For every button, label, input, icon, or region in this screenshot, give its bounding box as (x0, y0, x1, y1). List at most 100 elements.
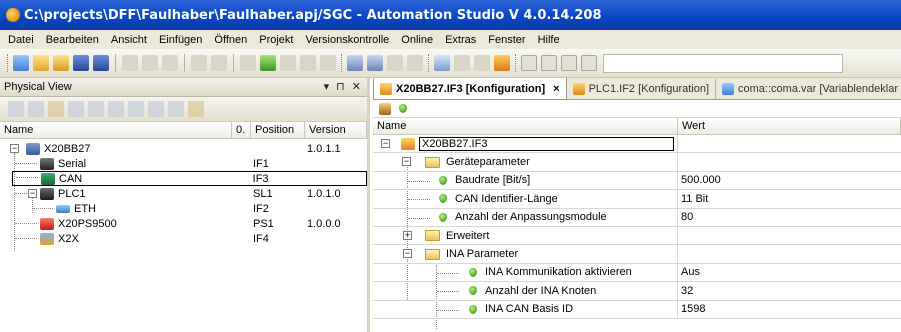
tab-plc1-if2[interactable]: PLC1.IF2 [Konfiguration] (567, 79, 717, 99)
config-row-geraeteparameter[interactable]: − Geräteparameter (373, 153, 901, 172)
config-root-name[interactable]: X20BB27.IF3 (419, 136, 674, 151)
collapse-geraeteparameter[interactable]: − (402, 157, 411, 167)
collapse-root[interactable]: − (381, 139, 390, 148)
cut-icon[interactable] (122, 55, 138, 71)
transfer-icon[interactable] (320, 55, 336, 71)
tree-row-serial[interactable]: Serial IF1 (0, 156, 367, 171)
menu-bearbeiten[interactable]: Bearbeiten (40, 34, 105, 46)
collapse-x20bb27[interactable]: − (10, 144, 19, 153)
copy-icon[interactable] (142, 55, 158, 71)
pv-connect-icon[interactable] (68, 101, 84, 117)
config-row-ina-knoten[interactable]: Anzahl der INA Knoten 32 (373, 282, 901, 301)
redo-icon[interactable] (211, 55, 227, 71)
pv-module-icon[interactable] (48, 101, 64, 117)
undo-icon[interactable] (191, 55, 207, 71)
power-icon[interactable] (474, 55, 490, 71)
config-value[interactable]: 32 (678, 282, 901, 299)
config-value[interactable]: 80 (678, 209, 901, 226)
pv-new-icon[interactable] (8, 101, 24, 117)
menu-versionskontrolle[interactable]: Versionskontrolle (300, 34, 396, 46)
column-header-name[interactable]: Name (0, 122, 232, 138)
config-row-erweitert[interactable]: + Erweitert (373, 226, 901, 246)
tab-coma-var[interactable]: coma::coma.var [Variablendeklar (716, 79, 901, 99)
build-icon[interactable] (280, 55, 296, 71)
toolbar-grip[interactable] (515, 54, 516, 72)
pv-settings-icon[interactable] (168, 101, 184, 117)
config-row-ina-parameter[interactable]: − INA Parameter (373, 245, 901, 264)
config-value[interactable]: Aus (678, 264, 901, 281)
rebuild-icon[interactable] (300, 55, 316, 71)
tree-row-x2x[interactable]: X2X IF4 (0, 231, 367, 246)
warning-icon[interactable] (494, 55, 510, 71)
watch-icon[interactable] (367, 55, 383, 71)
pv-tool-icon[interactable] (148, 101, 164, 117)
monitor-icon[interactable] (347, 55, 363, 71)
menu-oeffnen[interactable]: Öffnen (208, 34, 253, 46)
online-search-icon[interactable] (434, 55, 450, 71)
config-row-ina-can-basis-id[interactable]: INA CAN Basis ID 1598 (373, 300, 901, 319)
status-dot-icon[interactable] (399, 104, 407, 113)
close-tab-icon[interactable]: × (553, 83, 559, 95)
pv-open-icon[interactable] (28, 101, 44, 117)
tree-row-x20ps9500[interactable]: X20PS9500 PS1 1.0.0.0 (0, 216, 367, 231)
tree-label-x20ps9500: X20PS9500 (58, 217, 117, 230)
menu-fenster[interactable]: Fenster (482, 34, 531, 46)
menu-online[interactable]: Online (395, 34, 439, 46)
refresh-icon[interactable] (260, 55, 276, 71)
expand-erweitert[interactable]: + (403, 230, 412, 240)
toolbar-grip[interactable] (7, 54, 8, 72)
save-icon[interactable] (73, 55, 89, 71)
tab-x20bb27-if3[interactable]: X20BB27.IF3 [Konfiguration] × (373, 78, 567, 99)
properties-icon[interactable] (379, 102, 391, 115)
trace-icon[interactable] (387, 55, 403, 71)
column-header-value[interactable]: Wert (678, 118, 901, 134)
window-icon[interactable] (521, 55, 537, 71)
config-root-value (678, 135, 901, 152)
delete-icon[interactable] (240, 55, 256, 71)
menu-hilfe[interactable]: Hilfe (532, 34, 566, 46)
parameter-icon (469, 304, 477, 314)
config-row-ina-kommunikation[interactable]: INA Kommunikation aktivieren Aus (373, 263, 901, 283)
menu-extras[interactable]: Extras (439, 34, 482, 46)
menu-projekt[interactable]: Projekt (253, 34, 299, 46)
tree-row-plc1[interactable]: − PLC1 SL1 1.0.1.0 (0, 186, 367, 201)
column-header-name[interactable]: Name (373, 118, 678, 134)
save-all-icon[interactable] (93, 55, 109, 71)
pane-controls[interactable]: ▾ ⊓ ✕ (324, 80, 363, 93)
toolbar-search-field[interactable] (603, 53, 843, 73)
config-row-can-identifier[interactable]: CAN Identifier-Länge 11 Bit (373, 190, 901, 209)
config-row-baudrate[interactable]: Baudrate [Bit/s] 500.000 (373, 171, 901, 191)
column-header-order[interactable]: 0. (232, 122, 251, 138)
toolbar-grip[interactable] (341, 54, 342, 72)
paste-icon[interactable] (162, 55, 178, 71)
pv-network-icon[interactable] (88, 101, 104, 117)
config-row-root[interactable]: − X20BB27.IF3 (373, 135, 901, 154)
menu-datei[interactable]: Datei (2, 34, 40, 46)
tree-row-eth[interactable]: ETH IF2 (0, 201, 367, 216)
column-header-position[interactable]: Position (251, 122, 305, 138)
open-file-icon[interactable] (53, 55, 69, 71)
menu-einfuegen[interactable]: Einfügen (153, 34, 208, 46)
menu-ansicht[interactable]: Ansicht (105, 34, 153, 46)
pv-zoom-icon[interactable] (128, 101, 144, 117)
online-settings-icon[interactable] (454, 55, 470, 71)
comment-icon[interactable] (561, 55, 577, 71)
open-project-icon[interactable] (33, 55, 49, 71)
config-value[interactable]: 500.000 (678, 172, 901, 189)
collapse-plc1[interactable]: − (28, 189, 37, 198)
config-value[interactable]: 1598 (678, 301, 901, 318)
pv-edit-icon[interactable] (188, 101, 204, 117)
config-value[interactable]: 11 Bit (678, 190, 901, 207)
physical-view-title: Physical View (4, 81, 72, 93)
tree-row-x20bb27[interactable]: − X20BB27 1.0.1.1 (0, 141, 367, 156)
tree-row-can[interactable]: CAN IF3 (12, 171, 367, 186)
new-project-icon[interactable] (13, 55, 29, 71)
screen-icon[interactable] (581, 55, 597, 71)
logger-icon[interactable] (407, 55, 423, 71)
window-split-icon[interactable] (541, 55, 557, 71)
collapse-ina-parameter[interactable]: − (403, 249, 412, 259)
toolbar-grip[interactable] (428, 54, 429, 72)
column-header-version[interactable]: Version (305, 122, 367, 138)
config-row-anpassungsmodule[interactable]: Anzahl der Anpassungsmodule 80 (373, 208, 901, 227)
pv-find-icon[interactable] (108, 101, 124, 117)
